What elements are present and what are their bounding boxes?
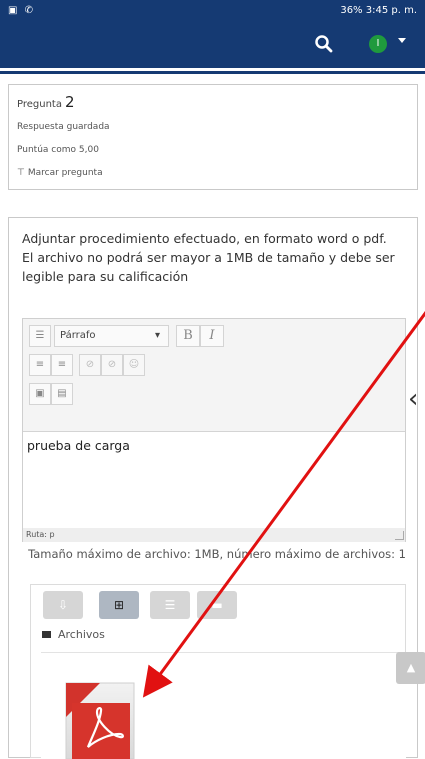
annotation-arrow: [142, 310, 425, 698]
